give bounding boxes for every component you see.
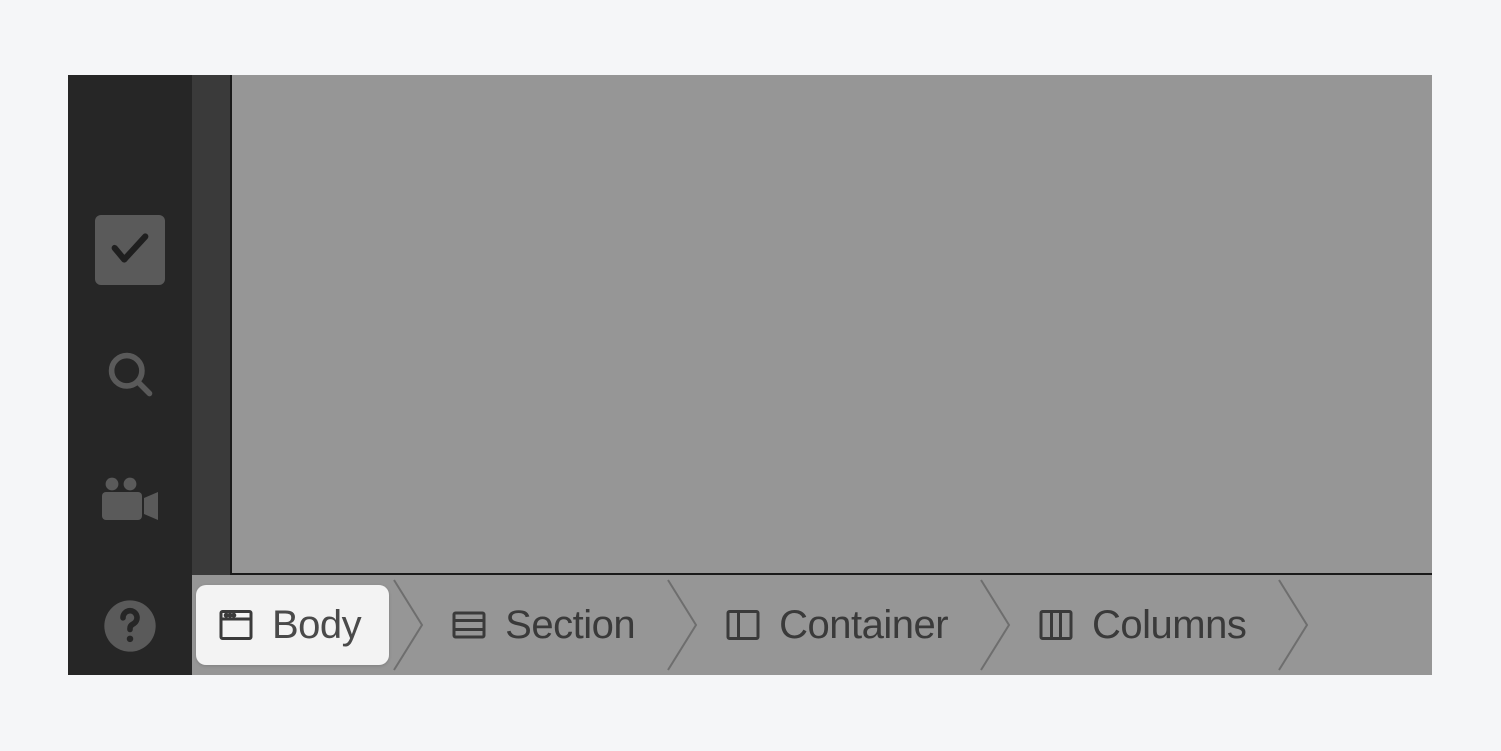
breadcrumb-columns[interactable]: Columns (1016, 585, 1274, 665)
breadcrumb-body[interactable]: Body (196, 585, 389, 665)
check-icon (107, 225, 153, 276)
audit-button[interactable] (95, 215, 165, 285)
breadcrumb-bar: Body Section Container (192, 575, 1432, 675)
breadcrumb-label: Section (505, 603, 635, 648)
section-icon (451, 607, 487, 643)
canvas-wrap: Body Section Container (192, 75, 1432, 675)
breadcrumb-separator (663, 575, 703, 675)
columns-icon (1038, 607, 1074, 643)
canvas-area[interactable] (230, 75, 1432, 575)
breadcrumb-label: Container (779, 603, 948, 648)
search-icon (104, 348, 156, 405)
search-button[interactable] (95, 341, 165, 411)
sidebar (68, 75, 192, 675)
breadcrumb-separator (1274, 575, 1314, 675)
breadcrumb-label: Body (272, 603, 361, 648)
breadcrumb-container[interactable]: Container (703, 585, 976, 665)
breadcrumb-separator (389, 575, 429, 675)
breadcrumb-label: Columns (1092, 603, 1246, 648)
container-icon (725, 607, 761, 643)
breadcrumb-separator (976, 575, 1016, 675)
breadcrumb-section[interactable]: Section (429, 585, 663, 665)
help-button[interactable] (95, 593, 165, 663)
video-camera-icon (100, 476, 160, 529)
video-button[interactable] (95, 467, 165, 537)
help-icon (102, 598, 158, 659)
app-frame: Body Section Container (68, 75, 1432, 675)
body-icon (218, 607, 254, 643)
canvas-gutter (192, 75, 230, 575)
